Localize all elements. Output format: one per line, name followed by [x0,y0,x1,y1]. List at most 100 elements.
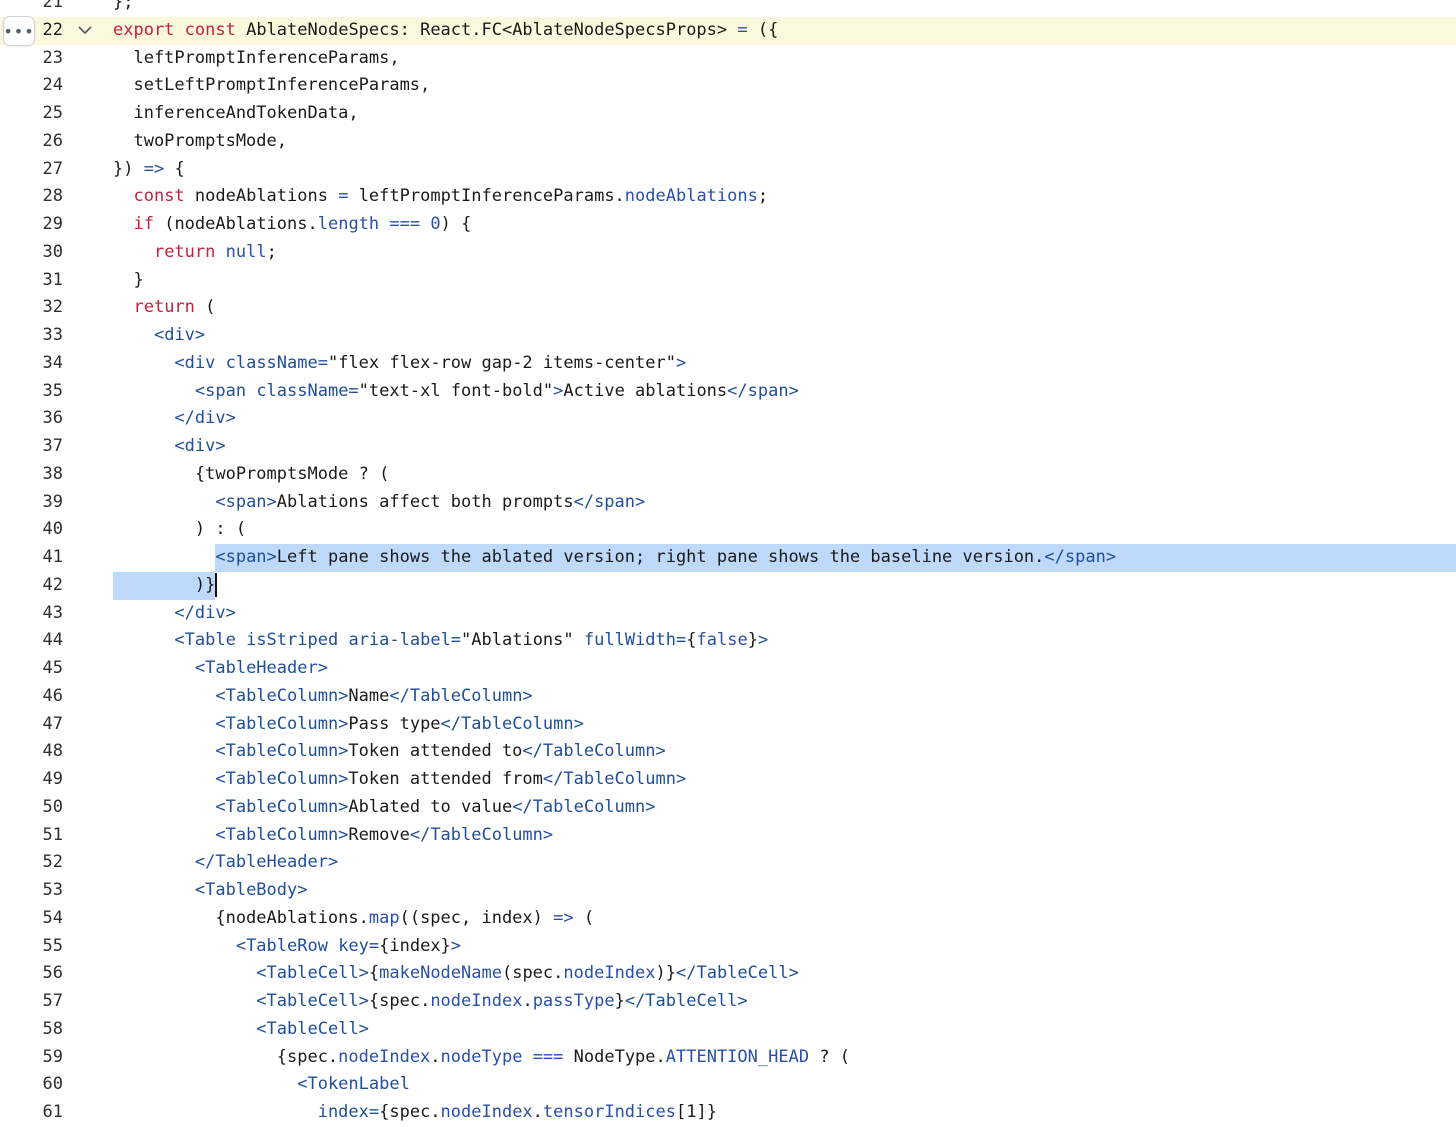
code-line[interactable]: 59 {spec.nodeIndex.nodeType === NodeType… [0,1044,1456,1072]
line-number: 46 [42,685,63,706]
code-token: <span> [215,491,277,512]
code-token: Remove [348,824,410,845]
code-token: return [153,241,216,262]
code-text: <TokenLabel [113,1071,1456,1099]
code-line[interactable]: 56 <TableCell>{makeNodeName(spec.nodeInd… [0,960,1456,988]
code-line[interactable]: 44 <Table isStriped aria-label="Ablation… [0,627,1456,655]
code-line[interactable]: 22 export const AblateNodeSpecs: React.FC… [0,16,1456,45]
code-token: <TableColumn> [215,685,349,706]
code-token: </span> [1044,547,1117,567]
code-text: leftPromptInferenceParams, [113,45,1456,73]
code-editor[interactable]: 21}; 22 export const AblateNodeSpecs: Reac… [0,0,1456,1127]
code-line[interactable]: 43 </div> [0,600,1456,628]
code-line[interactable]: 26 twoPromptsMode, [0,128,1456,156]
code-line[interactable]: 49 <TableColumn>Token attended from</Tab… [0,766,1456,794]
code-token: AblateNodeSpecs: React.FC<AblateNodeSpec… [235,19,738,40]
code-text: </TableHeader> [113,849,1456,877]
code-token: </span> [727,380,799,401]
code-line[interactable]: 40 ) : ( [0,516,1456,544]
code-token: ; [266,241,277,262]
line-number: 57 [42,991,63,1011]
code-token: </TableCell> [676,963,799,984]
code-token: </TableHeader> [194,852,339,873]
code-line[interactable]: 57 <TableCell>{spec.nodeIndex.passType}<… [0,988,1456,1016]
code-line[interactable]: 61 index={spec.nodeIndex.tensorIndices[1… [0,1099,1456,1127]
code-line[interactable]: 36 </div> [0,405,1456,433]
code-token: (spec. [501,963,564,984]
line-number: 47 [42,713,63,734]
code-token: "text-xl font-bold" [358,380,554,401]
code-token: <TableColumn> [215,741,349,762]
code-line[interactable]: 23 leftPromptInferenceParams, [0,45,1456,73]
code-token: "flex flex-row gap-2 items-center" [327,352,676,373]
code-text: </div> [113,405,1456,433]
code-token: (nodeAblations. [153,214,318,234]
code-token: ) : ( [113,519,247,540]
code-token: nodeIndex [563,963,656,984]
code-token: </span> [573,491,646,512]
code-token: . [430,1046,441,1067]
code-token: . [522,991,533,1011]
code-line[interactable]: 38 {twoPromptsMode ? ( [0,461,1456,489]
code-token: {spec. [379,1102,441,1122]
code-line[interactable]: 52 </TableHeader> [0,849,1456,877]
code-token: <TableColumn> [215,824,349,845]
code-line[interactable]: 45 <TableHeader> [0,655,1456,683]
code-line[interactable]: 50 <TableColumn>Ablated to value</TableC… [0,794,1456,822]
code-line[interactable]: 42 )} [0,571,1456,600]
code-line[interactable]: 37 <div> [0,433,1456,461]
line-number: 31 [42,269,63,290]
code-line[interactable]: 60 <TokenLabel [0,1071,1456,1099]
code-line[interactable]: 32 return ( [0,294,1456,322]
code-line[interactable]: 46 <TableColumn>Name</TableColumn> [0,683,1456,711]
code-line[interactable]: 33 <div> [0,322,1456,350]
code-text: )} [113,572,1456,600]
code-line[interactable]: 25 inferenceAndTokenData, [0,100,1456,128]
line-number: 29 [42,214,63,234]
code-line[interactable]: 21}; [0,0,1456,17]
code-text: <TableBody> [113,877,1456,905]
line-number: 33 [42,325,63,345]
code-line[interactable]: 53 <TableBody> [0,877,1456,905]
code-text: <TableCell>{spec.nodeIndex.passType}</Ta… [113,988,1456,1016]
code-line[interactable]: 51 <TableColumn>Remove</TableColumn> [0,822,1456,850]
code-token: <TableHeader> [194,658,328,678]
code-token: }; [113,0,134,12]
code-line[interactable]: 35 <span className="text-xl font-bold">A… [0,378,1456,406]
code-token: nodeAblations [624,186,758,207]
line-number: 24 [42,75,63,96]
code-token: { [686,630,697,651]
code-line[interactable]: 29 if (nodeAblations.length === 0) { [0,211,1456,239]
line-number: 43 [42,602,63,623]
code-token: } [614,991,625,1011]
code-line[interactable]: 34 <div className="flex flex-row gap-2 i… [0,350,1456,378]
line-number: 53 [42,880,63,900]
code-line[interactable]: 30 return null; [0,239,1456,267]
line-number: 42 [42,574,63,595]
code-line[interactable]: 31 } [0,267,1456,295]
code-line[interactable]: 41 <span>Left pane shows the ablated ver… [0,544,1456,572]
code-token: makeNodeName [379,963,502,984]
code-line[interactable]: 27}) => { [0,156,1456,184]
code-token: <span> [215,547,277,567]
code-line[interactable]: 47 <TableColumn>Pass type</TableColumn> [0,711,1456,739]
code-token: Active ablations [563,380,728,401]
line-number: 40 [42,519,63,540]
code-line[interactable]: 39 <span>Ablations affect both prompts</… [0,489,1456,517]
code-token: ({ [747,19,779,40]
chevron-down-icon[interactable] [76,17,94,45]
code-line[interactable]: 48 <TableColumn>Token attended to</Table… [0,738,1456,766]
code-line[interactable]: 54 {nodeAblations.map((spec, index) => ( [0,905,1456,933]
code-line[interactable]: 28 const nodeAblations = leftPromptInfer… [0,183,1456,211]
code-line[interactable]: 24 setLeftPromptInferenceParams, [0,72,1456,100]
code-line[interactable]: 55 <TableRow key={index}> [0,933,1456,961]
code-line[interactable]: 58 <TableCell> [0,1016,1456,1044]
kebab-horizontal-icon[interactable]: ••• [3,16,35,46]
